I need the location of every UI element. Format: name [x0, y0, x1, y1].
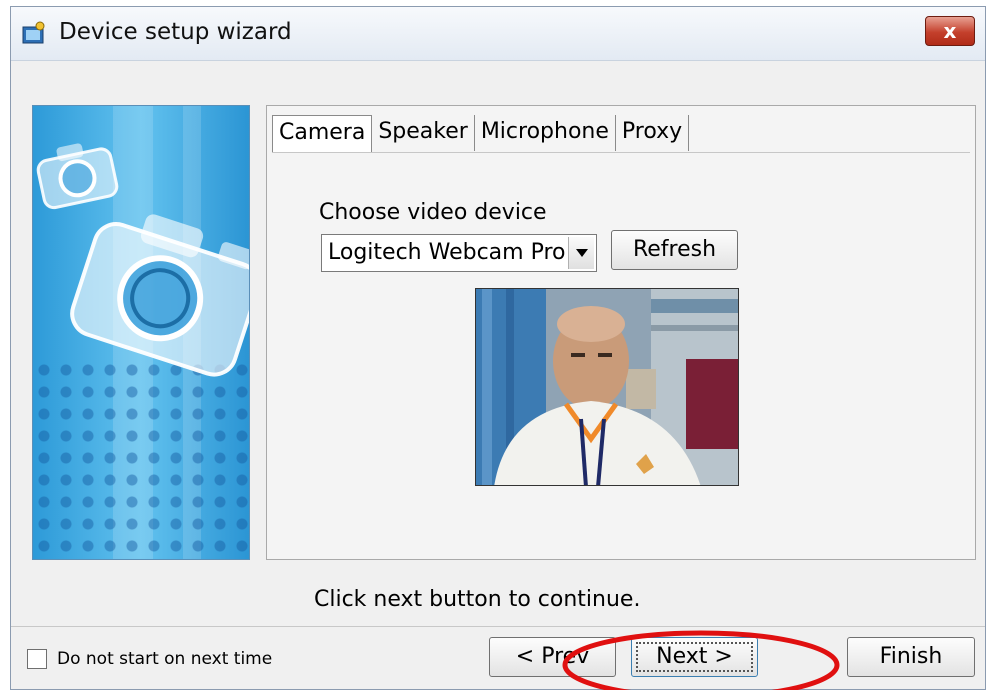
wizard-banner: [32, 105, 250, 560]
webcam-preview-image: [476, 289, 738, 485]
tab-proxy[interactable]: Proxy: [616, 115, 690, 151]
close-button[interactable]: x: [925, 16, 975, 46]
wizard-app-icon: [22, 21, 45, 44]
finish-button[interactable]: Finish: [847, 637, 975, 677]
do-not-start-checkbox[interactable]: [27, 649, 47, 669]
video-device-value: Logitech Webcam Pro: [328, 240, 566, 265]
do-not-start-option[interactable]: Do not start on next time: [27, 649, 272, 669]
do-not-start-label: Do not start on next time: [57, 649, 273, 669]
tab-strip: Camera Speaker Microphone Proxy: [272, 115, 690, 153]
device-setup-window: Device setup wizard x Camera Speaker Mic…: [10, 6, 986, 690]
camera-icon: [70, 214, 249, 377]
video-device-label: Choose video device: [319, 200, 547, 220]
tab-divider: [272, 152, 970, 153]
tab-microphone[interactable]: Microphone: [475, 115, 616, 151]
webcam-preview: [475, 288, 739, 486]
dropdown-button[interactable]: [568, 237, 594, 269]
title-bar[interactable]: Device setup wizard x: [11, 7, 985, 61]
settings-tab-panel: Camera Speaker Microphone Proxy Choose v…: [266, 105, 976, 560]
chevron-down-icon: [575, 249, 588, 257]
window-title: Device setup wizard: [59, 19, 292, 45]
annotation-ellipse: [562, 630, 840, 690]
refresh-button[interactable]: Refresh: [611, 230, 738, 270]
close-icon: x: [943, 19, 957, 43]
video-device-select[interactable]: Logitech Webcam Pro: [321, 234, 597, 272]
tab-speaker[interactable]: Speaker: [372, 115, 475, 151]
tab-camera[interactable]: Camera: [272, 115, 373, 153]
continue-hint: Click next button to continue.: [314, 587, 641, 612]
